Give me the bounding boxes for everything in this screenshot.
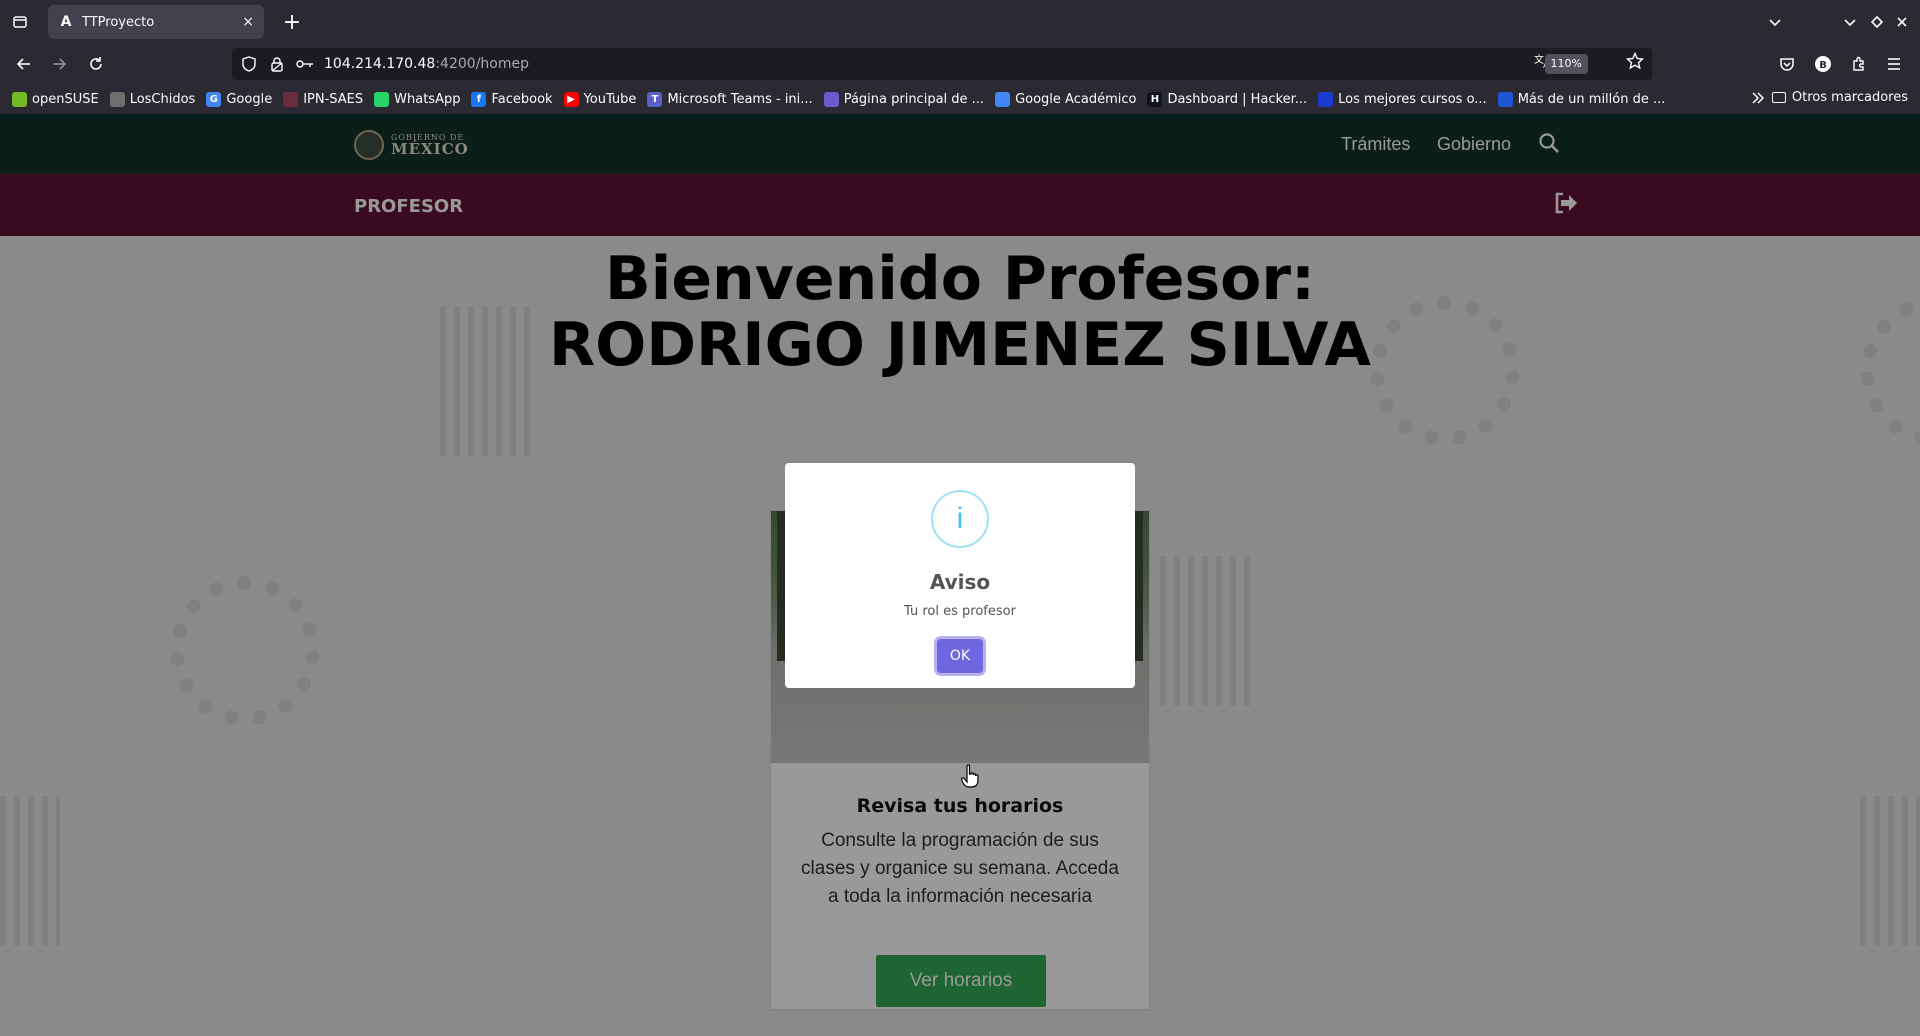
url-host: 104.214.170.48 bbox=[324, 56, 436, 72]
tab-close-icon[interactable]: × bbox=[242, 14, 254, 30]
new-tab-button[interactable]: + bbox=[278, 8, 306, 36]
reload-button[interactable] bbox=[82, 50, 110, 78]
bookmarks-toolbar: openSUSE LosChidos G Google IPN-SAES WhatsApp… bbox=[0, 84, 1920, 114]
key-icon[interactable] bbox=[294, 53, 316, 75]
bookmark-item[interactable]: Página principal de ... bbox=[823, 91, 985, 107]
angular-favicon-icon: A bbox=[60, 14, 72, 30]
url-text[interactable]: 104.214.170.48:4200/homep bbox=[324, 56, 529, 72]
info-icon: i bbox=[931, 490, 989, 548]
bookmark-item[interactable]: Los mejores cursos o... bbox=[1318, 91, 1487, 107]
bookmark-item[interactable]: Más de un millón de ... bbox=[1497, 91, 1666, 107]
close-window-icon[interactable] bbox=[1890, 10, 1914, 34]
bookmark-favicon-icon: f bbox=[471, 91, 487, 107]
modal-ok-button[interactable]: OK bbox=[937, 639, 983, 673]
bookmark-item[interactable]: H Dashboard | Hacker... bbox=[1147, 91, 1308, 107]
bookmark-label: YouTube bbox=[583, 91, 637, 107]
bookmark-item[interactable]: LosChidos bbox=[109, 91, 196, 107]
bookmark-favicon-icon: G bbox=[206, 91, 222, 107]
bookmark-item[interactable]: openSUSE bbox=[12, 91, 99, 107]
url-path: :4200/homep bbox=[435, 56, 529, 72]
bookmark-item[interactable]: G Google bbox=[206, 91, 273, 107]
tab-list-icon[interactable] bbox=[8, 10, 32, 34]
minimize-icon[interactable] bbox=[1838, 10, 1862, 34]
browser-tab-bar: A TTProyecto × + bbox=[0, 0, 1920, 44]
bookmark-favicon-icon bbox=[12, 91, 27, 107]
bookmark-item[interactable]: T Microsoft Teams - ini... bbox=[647, 91, 813, 107]
aviso-modal: i Aviso Tu rol es profesor OK bbox=[785, 463, 1135, 688]
bookmark-favicon-icon bbox=[283, 91, 299, 107]
pocket-icon[interactable] bbox=[1773, 50, 1801, 78]
maximize-icon[interactable] bbox=[1865, 10, 1889, 34]
other-bookmarks-folder[interactable]: Otros marcadores bbox=[1771, 90, 1908, 105]
folder-icon bbox=[1771, 92, 1786, 103]
bookmark-favicon-icon: T bbox=[647, 91, 663, 107]
bookmark-label: Más de un millón de ... bbox=[1517, 91, 1666, 107]
bookmark-label: Dashboard | Hacker... bbox=[1167, 91, 1308, 107]
tab-title: TTProyecto bbox=[82, 14, 155, 30]
modal-title: Aviso bbox=[929, 570, 991, 594]
bookmark-label: openSUSE bbox=[32, 91, 99, 107]
bookmark-favicon-icon bbox=[823, 91, 839, 107]
bookmark-label: Facebook bbox=[491, 91, 553, 107]
bookmark-label: Microsoft Teams - ini... bbox=[667, 91, 813, 107]
bookmark-label: Google bbox=[226, 91, 273, 107]
lock-icon[interactable] bbox=[266, 53, 288, 75]
hand-cursor-icon bbox=[961, 764, 979, 788]
tab-overflow-icon[interactable] bbox=[1763, 10, 1787, 34]
bookmark-star-icon[interactable] bbox=[1625, 51, 1645, 75]
bookmark-item[interactable]: WhatsApp bbox=[374, 91, 461, 107]
modal-message: Tu rol es profesor bbox=[904, 604, 1016, 619]
bookmark-favicon-icon bbox=[1318, 91, 1334, 107]
menu-icon[interactable] bbox=[1880, 50, 1908, 78]
bookmark-item[interactable]: ▶ YouTube bbox=[563, 91, 637, 107]
bookmark-item[interactable]: f Facebook bbox=[471, 91, 553, 107]
bookmark-label: Página principal de ... bbox=[843, 91, 985, 107]
bookmark-label: Google Académico bbox=[1015, 91, 1137, 107]
bookmarks-overflow-icon[interactable] bbox=[1751, 90, 1765, 109]
forward-button[interactable] bbox=[45, 50, 73, 78]
bookmark-label: IPN-SAES bbox=[303, 91, 364, 107]
back-button[interactable] bbox=[10, 50, 38, 78]
bookmark-favicon-icon bbox=[374, 91, 390, 107]
bookmark-label: LosChidos bbox=[129, 91, 196, 107]
bookmark-item[interactable]: IPN-SAES bbox=[283, 91, 364, 107]
browser-tab[interactable]: A TTProyecto × bbox=[48, 5, 264, 39]
bookmark-favicon-icon bbox=[109, 91, 125, 107]
shield-icon[interactable] bbox=[238, 53, 260, 75]
zoom-level-badge[interactable]: 110% bbox=[1544, 54, 1588, 74]
bookmark-favicon-icon bbox=[995, 91, 1011, 107]
svg-text:B: B bbox=[1819, 60, 1827, 71]
bookmark-favicon-icon: H bbox=[1147, 91, 1163, 107]
url-bar[interactable]: 104.214.170.48:4200/homep 文A 110% bbox=[232, 48, 1652, 80]
browser-nav-bar: 104.214.170.48:4200/homep 文A 110% B bbox=[0, 44, 1920, 84]
bookmark-favicon-icon: ▶ bbox=[563, 91, 579, 107]
extensions-icon[interactable] bbox=[1845, 50, 1873, 78]
web-page: GOBIERNO DE MÉXICO Trámites Gobierno PRO… bbox=[0, 114, 1920, 1036]
bookmark-favicon-icon bbox=[1497, 91, 1513, 107]
bookmark-label: WhatsApp bbox=[394, 91, 461, 107]
account-avatar-icon[interactable]: B bbox=[1809, 50, 1837, 78]
bookmark-item[interactable]: Google Académico bbox=[995, 91, 1137, 107]
bookmark-label: Los mejores cursos o... bbox=[1338, 91, 1487, 107]
other-bookmarks-label: Otros marcadores bbox=[1791, 90, 1908, 105]
